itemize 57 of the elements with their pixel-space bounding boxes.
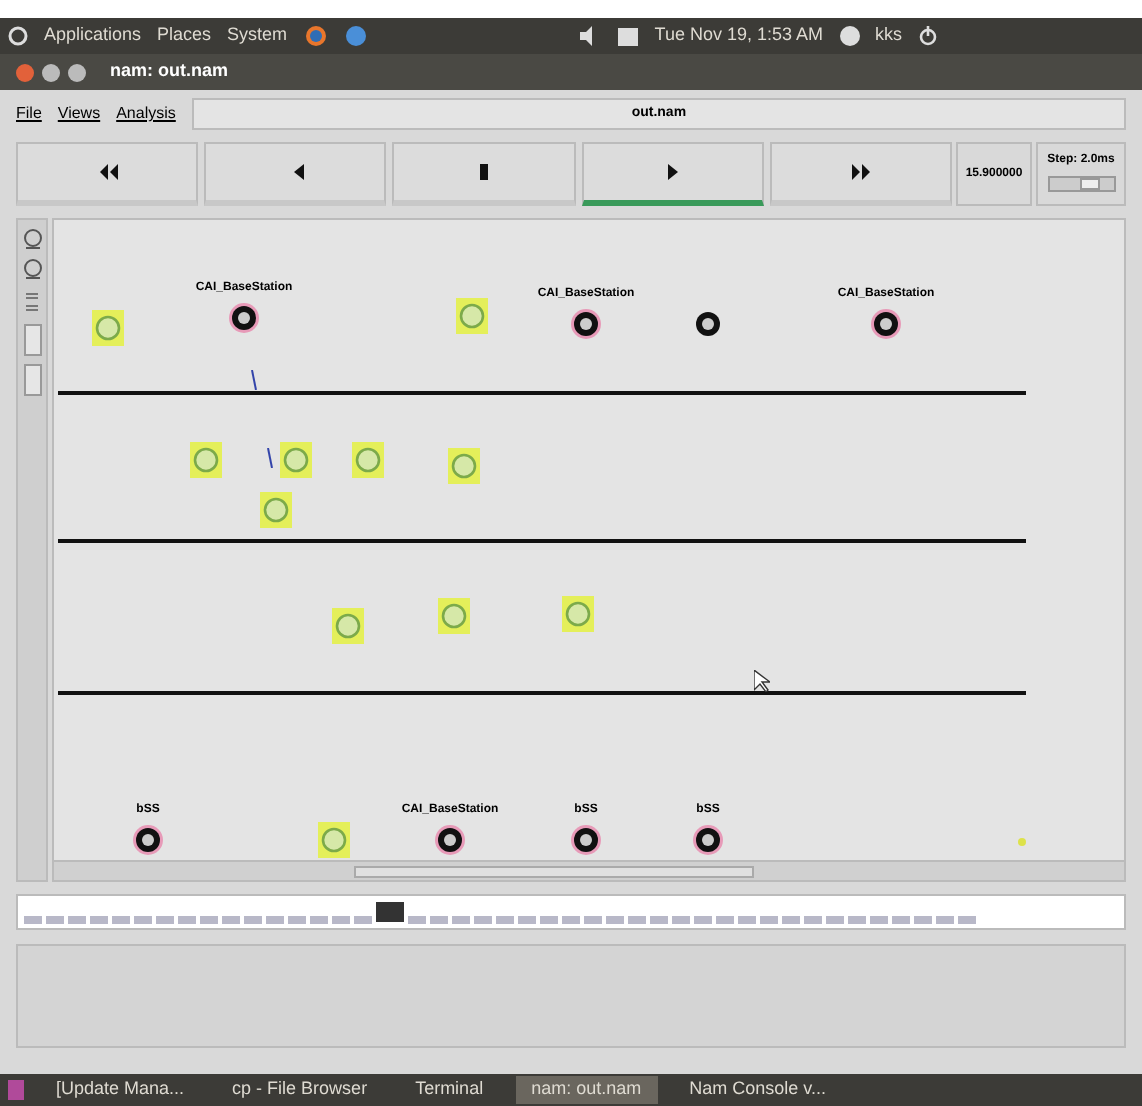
taskbar-button[interactable]: nam: out.nam bbox=[515, 1076, 658, 1104]
minimize-button[interactable] bbox=[42, 63, 60, 81]
power-icon[interactable] bbox=[918, 26, 938, 46]
node-icon[interactable] bbox=[132, 824, 164, 856]
scroll-handle[interactable] bbox=[23, 364, 41, 396]
mobile-node-icon[interactable] bbox=[318, 822, 350, 858]
rewind-button[interactable] bbox=[16, 142, 199, 206]
menu-item[interactable]: Views bbox=[57, 102, 101, 126]
scroll-handle[interactable] bbox=[23, 324, 41, 356]
mobile-node-icon[interactable] bbox=[92, 310, 124, 346]
horizontal-scrollbar[interactable] bbox=[54, 860, 1124, 880]
node-icon[interactable] bbox=[570, 824, 602, 856]
clock[interactable]: Tue Nov 19, 1:53 AM bbox=[654, 22, 823, 50]
forward-button[interactable] bbox=[769, 142, 953, 206]
node-icon[interactable] bbox=[692, 308, 724, 340]
packet-icon bbox=[266, 448, 274, 468]
mobile-node-icon[interactable] bbox=[562, 596, 594, 632]
panel-menu[interactable]: System bbox=[227, 22, 288, 50]
play-button[interactable] bbox=[581, 142, 764, 206]
node-icon[interactable] bbox=[692, 824, 724, 856]
node-icon[interactable] bbox=[870, 308, 902, 340]
mobile-node-icon[interactable] bbox=[448, 448, 480, 484]
mobile-node-icon[interactable] bbox=[438, 598, 470, 634]
mobile-node-icon[interactable] bbox=[260, 492, 292, 528]
panel-menu[interactable]: Applications bbox=[44, 22, 142, 50]
grip-icon[interactable] bbox=[24, 288, 40, 316]
menu-item[interactable]: File bbox=[16, 102, 42, 126]
mobile-node-icon[interactable] bbox=[280, 442, 312, 478]
window-title: nam: out.nam bbox=[110, 58, 229, 85]
rewind-icon bbox=[97, 164, 118, 180]
mobile-node-icon[interactable] bbox=[190, 442, 222, 478]
panel-menu[interactable]: Places bbox=[157, 22, 212, 50]
timeline-bar[interactable] bbox=[16, 894, 1126, 930]
node-icon[interactable] bbox=[228, 302, 260, 334]
help-icon[interactable] bbox=[343, 24, 368, 48]
cursor-icon bbox=[754, 670, 770, 692]
packet-icon bbox=[250, 370, 258, 390]
back-button[interactable] bbox=[204, 142, 387, 206]
node-icon[interactable] bbox=[570, 308, 602, 340]
node-icon[interactable] bbox=[434, 824, 466, 856]
globe-icon[interactable] bbox=[303, 24, 328, 48]
scroll-thumb[interactable] bbox=[354, 865, 754, 877]
stop-button[interactable] bbox=[392, 142, 576, 206]
fast-forward-icon bbox=[850, 164, 871, 180]
mobile-node-icon[interactable] bbox=[352, 442, 384, 478]
close-button[interactable] bbox=[16, 63, 34, 81]
stop-icon bbox=[474, 164, 494, 180]
dot-icon bbox=[1018, 838, 1026, 846]
menu-item[interactable]: Analysis bbox=[116, 102, 176, 126]
timeline-marker[interactable] bbox=[376, 902, 404, 922]
maximize-button[interactable] bbox=[68, 63, 86, 81]
mobile-node-icon[interactable] bbox=[332, 608, 364, 644]
step-slider[interactable] bbox=[1047, 176, 1115, 192]
user-name[interactable]: kks bbox=[875, 22, 902, 50]
play-icon bbox=[662, 164, 683, 180]
slider-handle[interactable] bbox=[1079, 178, 1100, 190]
mobile-node-icon[interactable] bbox=[456, 298, 488, 334]
